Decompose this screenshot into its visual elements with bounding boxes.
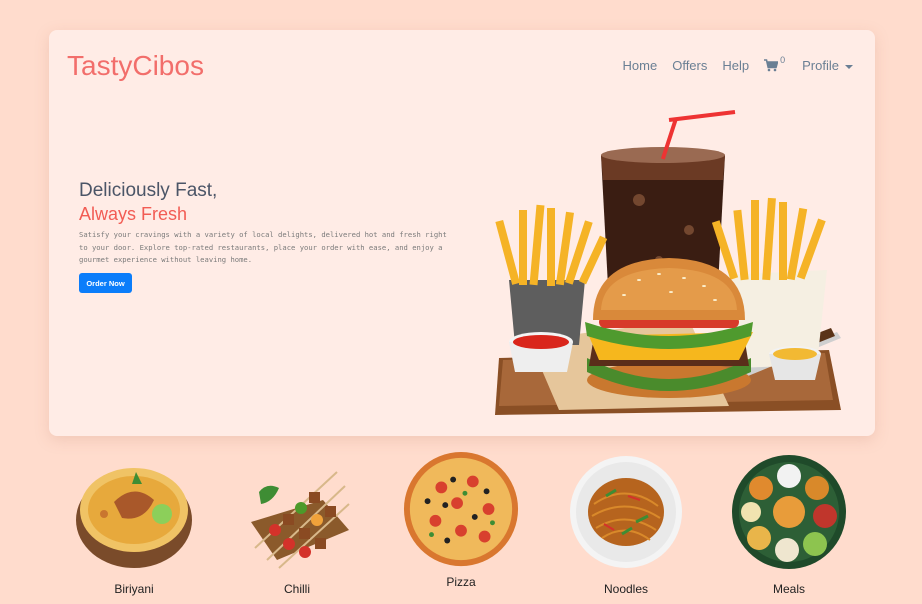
meals-thali-image (732, 455, 846, 569)
navbar: Home Offers Help 0 Profile (623, 55, 853, 73)
category-chilli[interactable]: Chilli (222, 452, 372, 596)
nav-offers[interactable]: Offers (672, 58, 707, 73)
noodles-image (570, 456, 682, 568)
order-now-button[interactable]: Order Now (79, 273, 132, 293)
cart-icon (764, 59, 779, 72)
biriyani-image (76, 468, 192, 568)
cart-count-badge: 0 (780, 54, 786, 65)
nav-profile-dropdown[interactable]: Profile (802, 58, 853, 73)
cart-button[interactable]: 0 (764, 55, 785, 72)
category-label: Pizza (446, 575, 476, 589)
category-noodles[interactable]: Noodles (551, 452, 701, 596)
category-label: Meals (772, 582, 805, 596)
category-strip: Biriyani Chilli Pizza Noodles Meals (0, 452, 922, 604)
pizza-image (403, 452, 519, 567)
hero-subheadline: Always Fresh (79, 204, 188, 224)
nav-profile-label: Profile (802, 58, 839, 73)
hero-headline: Deliciously Fast, (79, 180, 218, 201)
brand-logo[interactable]: TastyCibos (67, 50, 204, 82)
category-pizza[interactable]: Pizza (386, 452, 536, 589)
category-label: Biriyani (114, 582, 154, 596)
chilli-skewers-image (251, 471, 350, 569)
category-label: Chilli (283, 582, 310, 596)
category-biriyani[interactable]: Biriyani (59, 452, 209, 596)
burger-meal-image (495, 110, 841, 415)
nav-help[interactable]: Help (722, 58, 749, 73)
hero-description: Satisfy your cravings with a variety of … (79, 230, 447, 264)
category-label: Noodles (603, 582, 649, 596)
category-meals[interactable]: Meals (714, 452, 864, 596)
hero-card: TastyCibos Home Offers Help 0 Profile De… (49, 30, 875, 436)
chevron-down-icon (845, 64, 853, 69)
nav-home[interactable]: Home (623, 58, 658, 73)
